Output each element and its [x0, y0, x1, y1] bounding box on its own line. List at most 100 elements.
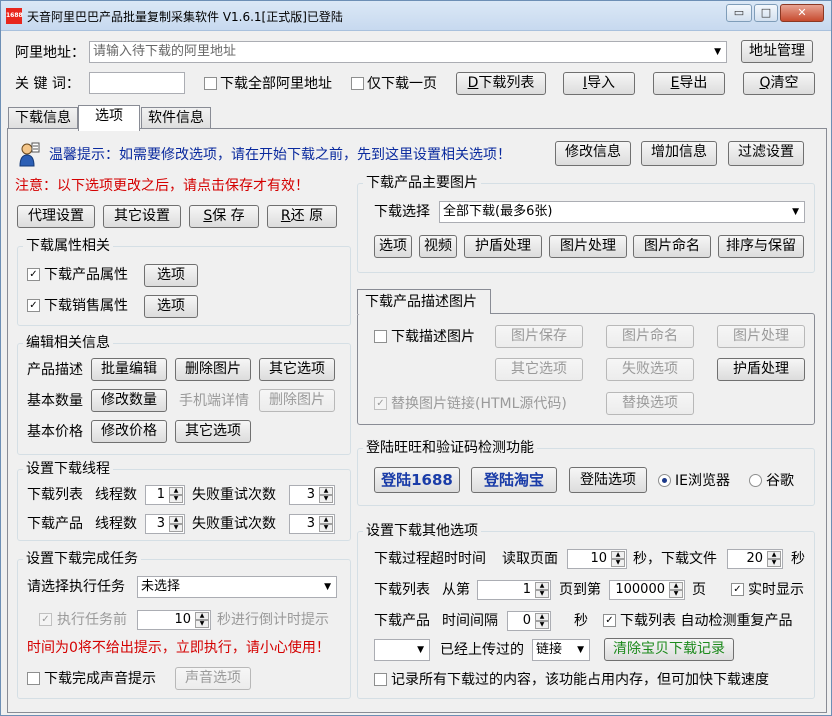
- task-select[interactable]: 未选择 ▼: [137, 576, 337, 598]
- spin-down-icon: ▼: [319, 524, 333, 532]
- spin-up-icon: ▲: [319, 487, 333, 495]
- product-attr-option-button[interactable]: 选项: [144, 264, 198, 287]
- only-one-page-checkbox[interactable]: [351, 77, 364, 90]
- main-image-video-button[interactable]: 视频: [419, 235, 457, 258]
- import-button[interactable]: I导入: [563, 72, 635, 95]
- title-bar[interactable]: 1688 天音阿里巴巴产品批量复制采集软件 V1.6.1[正式版]已登陆 ▭ □…: [1, 1, 831, 31]
- realtime-label: 实时显示: [748, 582, 804, 598]
- replace-option-button[interactable]: 替换选项: [606, 392, 694, 415]
- record-checkbox[interactable]: [374, 673, 387, 686]
- countdown-before-label: 执行任务前: [57, 612, 127, 628]
- file-timeout-stepper[interactable]: 20 ▲ ▼: [727, 549, 783, 569]
- filter-settings-button[interactable]: 过滤设置: [728, 141, 804, 166]
- download-list-button[interactable]: D下载列表: [456, 72, 546, 95]
- list-range-label: 下载列表: [374, 582, 430, 598]
- page-label: 页: [692, 582, 706, 598]
- clear-button[interactable]: Q清空: [743, 72, 815, 95]
- batch-edit-button[interactable]: 批量编辑: [91, 358, 167, 381]
- complete-task-title: 设置下载完成任务: [23, 550, 141, 568]
- to-page-stepper[interactable]: 100000 ▲ ▼: [609, 580, 685, 600]
- spin-up-icon: ▲: [169, 516, 183, 524]
- tip-text: 温馨提示：如需要修改选项，请在开始下载之前，先到这里设置相关选项！: [49, 147, 511, 163]
- desc-image-process-button[interactable]: 图片处理: [717, 325, 805, 348]
- tab-options[interactable]: 选项: [78, 105, 140, 131]
- main-image-select-label: 下载选择: [374, 204, 430, 220]
- mobile-delete-image-button[interactable]: 删除图片: [259, 389, 335, 412]
- spin-down-icon: ▼: [669, 590, 683, 598]
- realtime-checkbox[interactable]: ✓: [731, 583, 744, 596]
- product-attr-checkbox[interactable]: ✓: [27, 268, 40, 281]
- list-thread-stepper[interactable]: 1 ▲ ▼: [145, 485, 185, 505]
- delete-image-button[interactable]: 删除图片: [175, 358, 251, 381]
- auto-detect-checkbox[interactable]: ✓: [603, 614, 616, 627]
- interval-stepper[interactable]: 0 ▲ ▼: [507, 611, 551, 631]
- modify-price-button[interactable]: 修改价格: [91, 420, 167, 443]
- modify-qty-button[interactable]: 修改数量: [91, 389, 167, 412]
- login-option-button[interactable]: 登陆选项: [569, 467, 647, 493]
- spin-down-icon: ▼: [611, 559, 625, 567]
- export-button[interactable]: E导出: [653, 72, 725, 95]
- replace-link-checkbox[interactable]: ✓: [374, 397, 387, 410]
- link-select[interactable]: 链接 ▼: [532, 639, 590, 661]
- dropdown-arrow-icon: ▼: [324, 582, 331, 592]
- desc-image-shield-button[interactable]: 护盾处理: [717, 358, 805, 381]
- ie-browser-label: IE浏览器: [675, 473, 730, 489]
- minimize-button[interactable]: ▭: [726, 4, 752, 22]
- tab-software-info[interactable]: 软件信息: [141, 107, 211, 129]
- sec-label: 秒: [791, 551, 805, 567]
- read-page-stepper[interactable]: 10 ▲ ▼: [567, 549, 627, 569]
- dropdown-arrow-icon[interactable]: ▼: [714, 42, 721, 62]
- proxy-settings-button[interactable]: 代理设置: [17, 205, 95, 228]
- spin-down-icon: ▼: [169, 524, 183, 532]
- restore-button[interactable]: R还 原: [267, 205, 337, 228]
- login-1688-button[interactable]: 登陆1688: [374, 467, 460, 493]
- sale-attr-option-button[interactable]: 选项: [144, 295, 198, 318]
- chrome-browser-radio[interactable]: [749, 474, 762, 487]
- download-all-checkbox[interactable]: [204, 77, 217, 90]
- clear-record-button[interactable]: 清除宝贝下载记录: [604, 638, 734, 661]
- close-button[interactable]: ✕: [780, 4, 824, 22]
- other-settings-button[interactable]: 其它设置: [103, 205, 181, 228]
- sec-file-label: 秒，下载文件: [633, 551, 717, 567]
- desc-image-fail-button[interactable]: 失败选项: [606, 358, 694, 381]
- product-retry-stepper[interactable]: 3 ▲ ▼: [289, 514, 335, 534]
- login-taobao-button[interactable]: 登陆淘宝: [471, 467, 557, 493]
- main-image-shield-button[interactable]: 护盾处理: [464, 235, 542, 258]
- dropdown-arrow-icon: ▼: [417, 645, 424, 655]
- main-image-name-button[interactable]: 图片命名: [633, 235, 711, 258]
- dropdown-arrow-icon: ▼: [792, 207, 799, 217]
- save-button[interactable]: S保 存: [189, 205, 259, 228]
- keyword-input[interactable]: [89, 72, 185, 94]
- spin-down-icon: ▼: [767, 559, 781, 567]
- sound-option-button[interactable]: 声音选项: [175, 667, 251, 690]
- sound-checkbox[interactable]: [27, 672, 40, 685]
- auto-detect-label: 下载列表 自动检测重复产品: [620, 613, 793, 629]
- main-image-sort-button[interactable]: 排序与保留: [718, 235, 804, 258]
- list-retry-stepper[interactable]: 3 ▲ ▼: [289, 485, 335, 505]
- main-image-select[interactable]: 全部下载(最多6张) ▼: [439, 201, 805, 223]
- product-thread-stepper[interactable]: 3 ▲ ▼: [145, 514, 185, 534]
- spin-down-icon: ▼: [535, 590, 549, 598]
- from-page-stepper[interactable]: 1 ▲ ▼: [477, 580, 551, 600]
- price-other-option-button[interactable]: 其它选项: [175, 420, 251, 443]
- desc-other-option-button[interactable]: 其它选项: [259, 358, 335, 381]
- address-input[interactable]: 请输入待下载的阿里地址 ▼: [89, 41, 727, 63]
- desc-image-other-button[interactable]: 其它选项: [495, 358, 583, 381]
- desc-image-checkbox[interactable]: [374, 330, 387, 343]
- countdown-stepper[interactable]: 10 ▲ ▼: [137, 610, 211, 630]
- countdown-checkbox[interactable]: ✓: [39, 613, 52, 626]
- add-info-button[interactable]: 增加信息: [641, 141, 717, 166]
- sale-attr-checkbox[interactable]: ✓: [27, 299, 40, 312]
- maximize-button[interactable]: □: [754, 4, 778, 22]
- modify-info-button[interactable]: 修改信息: [555, 141, 631, 166]
- desc-image-name-button[interactable]: 图片命名: [606, 325, 694, 348]
- tab-download-info[interactable]: 下载信息: [8, 107, 78, 129]
- main-image-option-button[interactable]: 选项: [374, 235, 412, 258]
- address-manage-button[interactable]: 地址管理: [741, 40, 813, 63]
- uploaded-scope-select[interactable]: ▼: [374, 639, 430, 661]
- ie-browser-radio[interactable]: [658, 474, 671, 487]
- thread-product-label: 下载产品: [27, 516, 83, 532]
- desc-image-save-button[interactable]: 图片保存: [495, 325, 583, 348]
- main-image-process-button[interactable]: 图片处理: [549, 235, 627, 258]
- download-attr-title: 下载属性相关: [23, 237, 113, 255]
